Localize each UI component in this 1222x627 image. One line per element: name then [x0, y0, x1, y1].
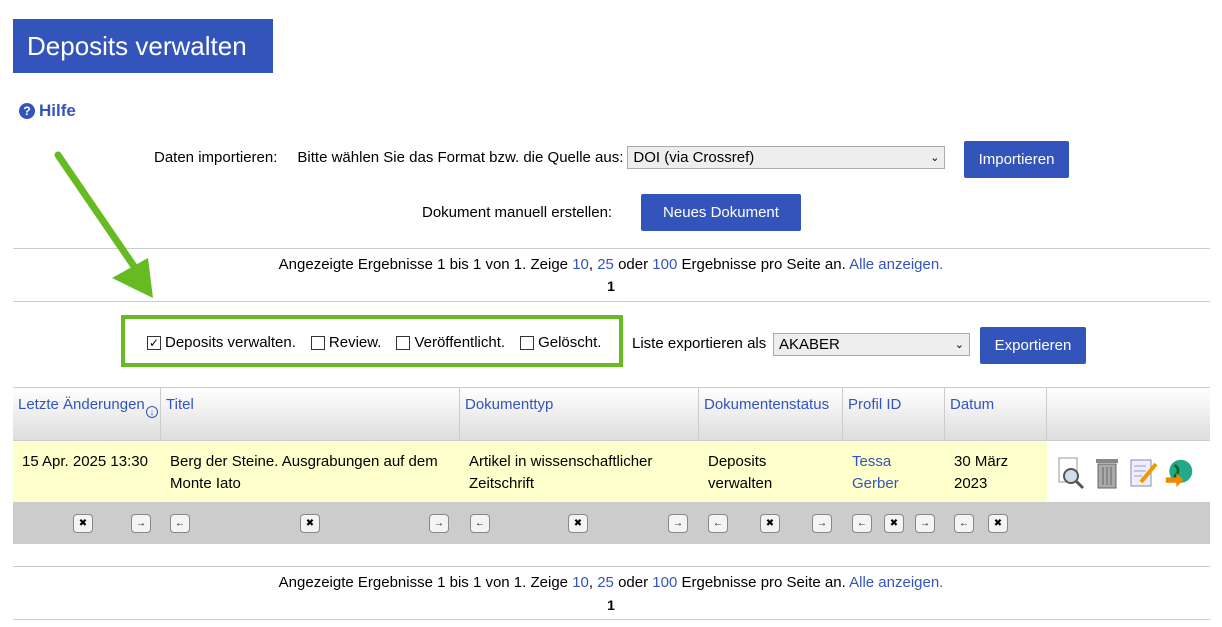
trash-icon[interactable]	[1092, 456, 1122, 490]
chevron-down-icon: ⌄	[954, 339, 964, 351]
checkbox-icon	[310, 335, 325, 350]
cell-type: Artikel in wissenschaftlicher Zeitschrif…	[469, 453, 653, 492]
help-icon: ?	[19, 103, 35, 119]
filter-prev-icon[interactable]: ←	[170, 514, 190, 533]
export-globe-icon[interactable]	[1164, 456, 1194, 490]
import-button[interactable]: Importieren	[964, 141, 1069, 178]
per-page-10-link[interactable]: 10	[572, 256, 589, 273]
filter-clear-icon[interactable]: ✖	[300, 514, 320, 533]
filter-deposits-checkbox[interactable]: ✓ Deposits verwalten.	[147, 334, 296, 351]
table-row: 15 Apr. 2025 13:30 Berg der Steine. Ausg…	[13, 441, 1210, 502]
deposits-table: Letzte Änderungen ↓ Titel Dokumenttyp Do…	[13, 387, 1210, 544]
divider	[13, 619, 1210, 620]
export-button[interactable]: Exportieren	[980, 327, 1086, 364]
filter-next-icon[interactable]: →	[812, 514, 832, 533]
annotation-arrow-icon	[54, 151, 153, 298]
cell-title: Berg der Steine. Ausgrabungen auf dem Mo…	[170, 453, 438, 492]
export-format-select[interactable]: AKABER ⌄	[773, 333, 970, 356]
cell-status: Deposits verwalten	[708, 453, 773, 492]
import-source-select[interactable]: DOI (via Crossref) ⌄	[627, 146, 946, 169]
sort-down-icon[interactable]: ↓	[146, 406, 158, 418]
filter-next-icon[interactable]: →	[915, 514, 935, 533]
per-page-25-link[interactable]: 25	[597, 574, 614, 591]
filter-next-icon[interactable]: →	[429, 514, 449, 533]
chevron-down-icon: ⌄	[930, 152, 940, 164]
column-header-title[interactable]: Titel	[161, 388, 460, 440]
per-page-25-link[interactable]: 25	[597, 256, 614, 273]
import-select-label: Bitte wählen Sie das Format bzw. die Que…	[297, 149, 624, 166]
filter-clear-icon[interactable]: ✖	[988, 514, 1008, 533]
column-header-actions	[1047, 388, 1210, 440]
export-select-value: AKABER	[779, 336, 840, 353]
divider	[13, 566, 1210, 567]
filter-clear-icon[interactable]: ✖	[73, 514, 93, 533]
show-all-link[interactable]: Alle anzeigen.	[849, 574, 943, 591]
status-filter-group: ✓ Deposits verwalten. Review. Veröffentl…	[147, 334, 616, 351]
checkbox-icon	[520, 335, 535, 350]
import-row: Daten importieren: Bitte wählen Sie das …	[154, 146, 946, 169]
results-info-bottom: Angezeigte Ergebnisse 1 bis 1 von 1. Zei…	[278, 574, 944, 591]
help-label: Hilfe	[39, 101, 76, 120]
cell-date: 30 März 2023	[954, 453, 1009, 492]
profile-link[interactable]: Tessa Gerber	[852, 453, 899, 492]
page-number-top: 1	[607, 278, 615, 294]
per-page-100-link[interactable]: 100	[652, 256, 677, 273]
cell-actions	[1047, 441, 1210, 502]
filter-clear-icon[interactable]: ✖	[568, 514, 588, 533]
show-all-link[interactable]: Alle anzeigen.	[849, 256, 943, 273]
filter-prev-icon[interactable]: ←	[470, 514, 490, 533]
filter-next-icon[interactable]: →	[131, 514, 151, 533]
filter-clear-icon[interactable]: ✖	[884, 514, 904, 533]
column-header-type[interactable]: Dokumenttyp	[460, 388, 699, 440]
filter-prev-icon[interactable]: ←	[852, 514, 872, 533]
checkbox-icon	[396, 335, 411, 350]
filter-deleted-checkbox[interactable]: Gelöscht.	[520, 334, 601, 351]
filter-prev-icon[interactable]: ←	[708, 514, 728, 533]
filter-review-checkbox[interactable]: Review.	[310, 334, 381, 351]
column-header-profile[interactable]: Profil ID	[843, 388, 945, 440]
filter-prev-icon[interactable]: ←	[954, 514, 974, 533]
import-select-value: DOI (via Crossref)	[633, 149, 755, 166]
filter-next-icon[interactable]: →	[668, 514, 688, 533]
per-page-10-link[interactable]: 10	[572, 574, 589, 591]
results-info-top: Angezeigte Ergebnisse 1 bis 1 von 1. Zei…	[278, 256, 944, 273]
page-title: Deposits verwalten	[13, 19, 273, 73]
filter-clear-icon[interactable]: ✖	[760, 514, 780, 533]
cell-profile: Tessa Gerber	[843, 441, 945, 502]
edit-icon[interactable]	[1128, 456, 1158, 490]
import-label: Daten importieren:	[154, 149, 278, 166]
new-document-button[interactable]: Neues Dokument	[641, 194, 801, 231]
per-page-100-link[interactable]: 100	[652, 574, 677, 591]
page-number-bottom: 1	[607, 597, 615, 613]
help-link[interactable]: ? Hilfe	[19, 101, 76, 121]
column-header-status[interactable]: Dokumentenstatus	[699, 388, 843, 440]
column-header-date[interactable]: Datum	[945, 388, 1047, 440]
column-header-last-changed[interactable]: Letzte Änderungen ↓	[13, 388, 161, 440]
filter-published-checkbox[interactable]: Veröffentlicht.	[396, 334, 505, 351]
divider	[13, 301, 1210, 302]
divider	[13, 248, 1210, 249]
export-label: Liste exportieren als	[632, 335, 767, 352]
cell-last-changed: 15 Apr. 2025 13:30	[22, 453, 148, 470]
view-icon[interactable]	[1056, 456, 1086, 490]
checkbox-checked-icon: ✓	[147, 335, 161, 350]
column-filter-bar: ✖ → ← ✖ → ← ✖ → ← ✖ → ← ✖ → ← ✖	[13, 502, 1210, 544]
manual-label: Dokument manuell erstellen:	[422, 204, 613, 221]
table-header: Letzte Änderungen ↓ Titel Dokumenttyp Do…	[13, 387, 1210, 441]
